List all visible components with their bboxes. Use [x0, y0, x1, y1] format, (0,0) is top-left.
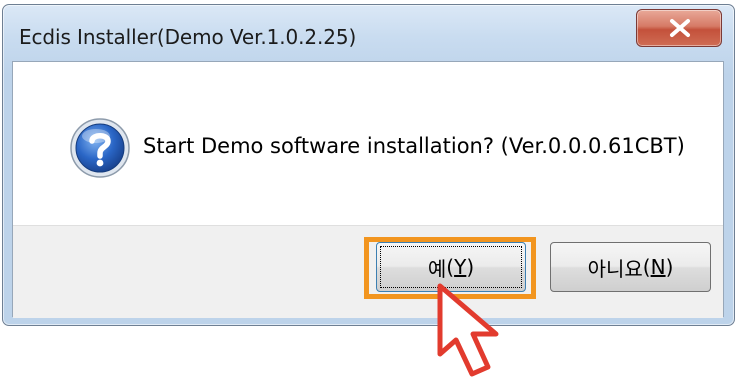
yes-button-label: 예 — [427, 256, 447, 281]
yes-accel-open: ( — [446, 255, 455, 279]
dialog-message: Start Demo software installation? (Ver.0… — [143, 134, 685, 158]
dialog-client-area: Start Demo software installation? (Ver.0… — [12, 61, 724, 318]
question-icon — [70, 118, 130, 178]
screenshot-stage: Ecdis Installer(Demo Ver.1.0.2.25) Start… — [0, 0, 736, 382]
close-button[interactable] — [636, 9, 722, 47]
button-bar: 예(Y) 아니요(N) — [13, 225, 723, 318]
no-button[interactable]: 아니요(N) — [550, 242, 711, 292]
no-button-label: 아니요 — [587, 256, 643, 281]
no-accel-open: ( — [642, 255, 651, 279]
title-bar[interactable]: Ecdis Installer(Demo Ver.1.0.2.25) — [3, 5, 734, 61]
no-accel-close: ) — [665, 255, 674, 279]
no-accel-key: N — [650, 255, 666, 279]
message-area: Start Demo software installation? (Ver.0… — [13, 62, 723, 225]
close-icon — [670, 19, 690, 37]
message-dialog: Ecdis Installer(Demo Ver.1.0.2.25) Start… — [2, 4, 735, 326]
yes-accel-key: Y — [454, 255, 467, 279]
yes-accel-close: ) — [466, 255, 475, 279]
yes-button[interactable]: 예(Y) — [376, 242, 526, 292]
window-title: Ecdis Installer(Demo Ver.1.0.2.25) — [19, 25, 357, 49]
